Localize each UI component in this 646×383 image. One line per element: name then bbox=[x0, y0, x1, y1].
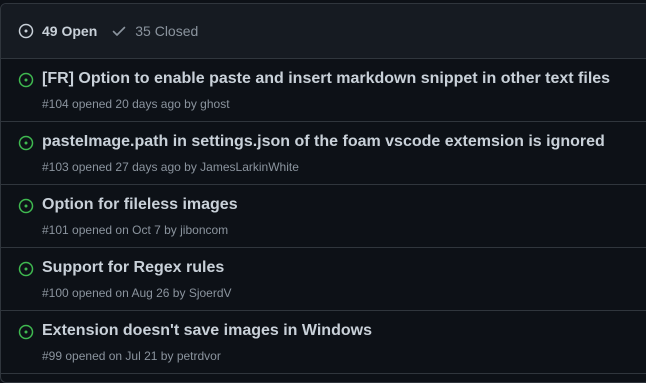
open-issues-count: 49 Open bbox=[42, 23, 98, 39]
issue-title-link[interactable]: Option for fileless images bbox=[42, 196, 238, 214]
issue-author-link[interactable]: petrdvor bbox=[177, 349, 221, 363]
issue-opened-text: opened 27 days ago by bbox=[72, 160, 197, 174]
issue-row[interactable]: [FR] Option to enable paste and insert m… bbox=[1, 59, 646, 122]
issue-opened-text: opened on Oct 7 by bbox=[72, 223, 177, 237]
issue-opened-text: opened 20 days ago by bbox=[72, 97, 197, 111]
issue-opened-icon bbox=[18, 324, 34, 340]
issue-opened-icon bbox=[18, 23, 34, 39]
issue-row[interactable]: Support for Regex rules #100 opened on A… bbox=[1, 248, 646, 311]
issue-author-link[interactable]: JamesLarkinWhite bbox=[200, 160, 299, 174]
check-icon bbox=[112, 26, 126, 36]
issue-number: #103 bbox=[42, 160, 69, 174]
issue-title-link[interactable]: [FR] Option to enable paste and insert m… bbox=[42, 70, 610, 88]
issue-author-link[interactable]: SjoerdV bbox=[189, 286, 232, 300]
issue-opened-icon bbox=[18, 72, 34, 88]
issue-meta: #103 opened 27 days ago by JamesLarkinWh… bbox=[42, 160, 299, 174]
issue-number: #100 bbox=[42, 286, 69, 300]
issue-meta: #99 opened on Jul 21 by petrdvor bbox=[42, 349, 221, 363]
issue-opened-icon bbox=[18, 135, 34, 151]
issue-row[interactable]: Option for fileless images #101 opened o… bbox=[1, 185, 646, 248]
issue-title-link[interactable]: pasteImage.path in settings.json of the … bbox=[42, 133, 605, 151]
issue-number: #104 bbox=[42, 97, 69, 111]
issue-opened-icon bbox=[18, 198, 34, 214]
closed-issues-count: 35 Closed bbox=[135, 23, 199, 39]
issue-number: #101 bbox=[42, 223, 69, 237]
closed-issues-tab[interactable]: 35 Closed bbox=[111, 23, 198, 39]
issue-title-link[interactable]: Support for Regex rules bbox=[42, 259, 224, 277]
issue-row[interactable]: Extension doesn't save images in Windows… bbox=[1, 311, 646, 374]
issues-list-header: 49 Open 35 Closed bbox=[1, 4, 646, 59]
issue-opened-icon bbox=[18, 261, 34, 277]
issues-list-box: 49 Open 35 Closed [FR] Option to enable … bbox=[0, 3, 646, 383]
issue-meta: #100 opened on Aug 26 by SjoerdV bbox=[42, 286, 232, 300]
issue-author-link[interactable]: ghost bbox=[200, 97, 229, 111]
open-issues-tab[interactable]: 49 Open bbox=[18, 23, 97, 39]
issue-author-link[interactable]: jiboncom bbox=[180, 223, 228, 237]
issue-title-link[interactable]: Extension doesn't save images in Windows bbox=[42, 322, 372, 340]
issue-opened-text: opened on Jul 21 by bbox=[65, 349, 174, 363]
issue-meta: #101 opened on Oct 7 by jiboncom bbox=[42, 223, 228, 237]
issue-opened-text: opened on Aug 26 by bbox=[72, 286, 186, 300]
issue-meta: #104 opened 20 days ago by ghost bbox=[42, 97, 230, 111]
issue-row[interactable]: pasteImage.path in settings.json of the … bbox=[1, 122, 646, 185]
issue-number: #99 bbox=[42, 349, 63, 363]
